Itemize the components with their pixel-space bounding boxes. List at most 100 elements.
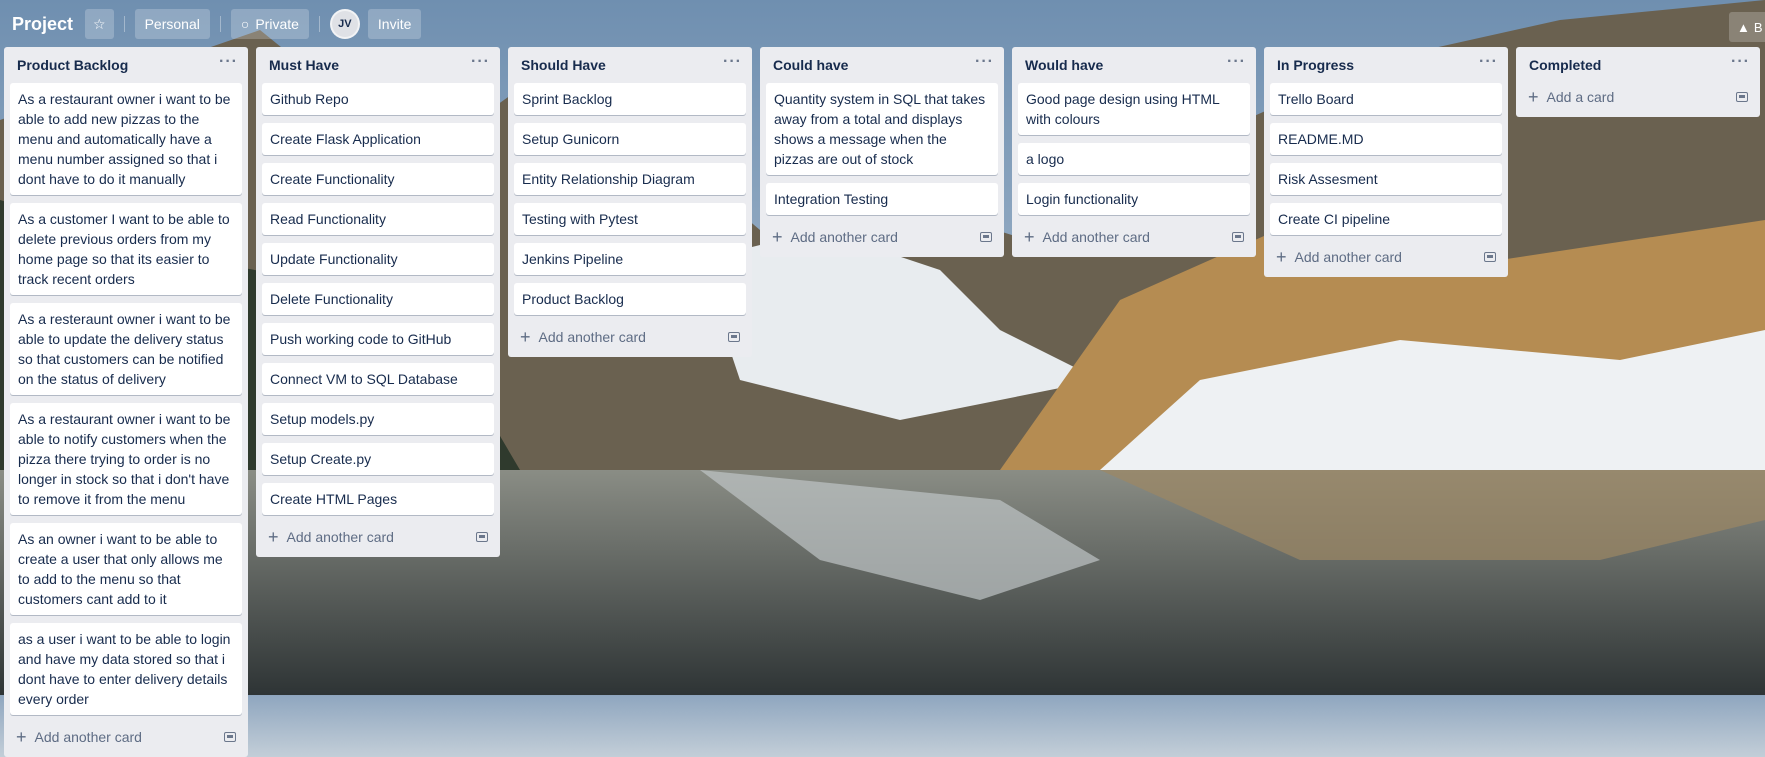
star-icon: ☆ bbox=[93, 15, 106, 32]
card[interactable]: Jenkins Pipeline bbox=[514, 243, 746, 275]
card[interactable]: As a restaurant owner i want to be able … bbox=[10, 403, 242, 515]
board-menu-button[interactable]: ▲ B bbox=[1729, 12, 1765, 42]
card[interactable]: Read Functionality bbox=[262, 203, 494, 235]
list-menu-icon[interactable]: ··· bbox=[1479, 54, 1498, 76]
card[interactable]: Entity Relationship Diagram bbox=[514, 163, 746, 195]
add-card-label: Add a card bbox=[1546, 89, 1615, 105]
card[interactable]: Connect VM to SQL Database bbox=[262, 363, 494, 395]
add-card-button[interactable]: + Add another card bbox=[1024, 228, 1150, 246]
plus-icon: + bbox=[268, 527, 279, 547]
star-button[interactable]: ☆ bbox=[85, 9, 114, 39]
card-template-icon[interactable] bbox=[224, 732, 236, 742]
list-title[interactable]: Must Have bbox=[269, 57, 339, 73]
list: Product Backlog ··· As a restaurant owner … bbox=[4, 47, 248, 757]
header-divider bbox=[219, 16, 221, 32]
invite-label: Invite bbox=[377, 16, 412, 32]
card[interactable]: Testing with Pytest bbox=[514, 203, 746, 235]
card[interactable]: Login functionality bbox=[1018, 183, 1250, 215]
card[interactable]: Push working code to GitHub bbox=[262, 323, 494, 355]
list: In Progress ··· Trello Board README.MD Risk … bbox=[1264, 47, 1508, 277]
list-footer: + Add another card bbox=[10, 723, 242, 751]
add-card-button[interactable]: + Add another card bbox=[772, 228, 898, 246]
card[interactable]: As a customer I want to be able to delet… bbox=[10, 203, 242, 295]
list-header: Should Have ··· bbox=[514, 47, 746, 83]
card[interactable]: Create Flask Application bbox=[262, 123, 494, 155]
list-header: Must Have ··· bbox=[262, 47, 494, 83]
add-card-label: Add another card bbox=[34, 729, 142, 745]
list-header: Could have ··· bbox=[766, 47, 998, 83]
list-menu-icon[interactable]: ··· bbox=[471, 54, 490, 76]
list: Should Have ··· Sprint Backlog Setup Gunico… bbox=[508, 47, 752, 357]
list-title[interactable]: Would have bbox=[1025, 57, 1103, 73]
card[interactable]: Delete Functionality bbox=[262, 283, 494, 315]
list-menu-icon[interactable]: ··· bbox=[723, 54, 742, 76]
card-template-icon[interactable] bbox=[476, 532, 488, 542]
workspace-button[interactable]: Personal bbox=[134, 9, 210, 39]
card[interactable]: Quantity system in SQL that takes away f… bbox=[766, 83, 998, 175]
card[interactable]: README.MD bbox=[1270, 123, 1502, 155]
list-title[interactable]: Completed bbox=[1529, 57, 1601, 73]
list-menu-icon[interactable]: ··· bbox=[219, 54, 238, 76]
list-footer: + Add another card bbox=[766, 223, 998, 251]
header-divider bbox=[123, 16, 125, 32]
add-card-label: Add another card bbox=[790, 229, 898, 245]
card[interactable]: Setup models.py bbox=[262, 403, 494, 435]
card[interactable]: Setup Gunicorn bbox=[514, 123, 746, 155]
add-card-button[interactable]: + Add another card bbox=[268, 528, 394, 546]
card[interactable]: As a resteraunt owner i want to be able … bbox=[10, 303, 242, 395]
add-card-button[interactable]: + Add another card bbox=[1276, 248, 1402, 266]
board-menu-label: B bbox=[1753, 19, 1763, 35]
card-template-icon[interactable] bbox=[728, 332, 740, 342]
list-header: In Progress ··· bbox=[1270, 47, 1502, 83]
board-title[interactable]: Project bbox=[12, 14, 73, 35]
add-card-button[interactable]: + Add another card bbox=[16, 728, 142, 746]
card-template-icon[interactable] bbox=[1232, 232, 1244, 242]
card[interactable]: a logo bbox=[1018, 143, 1250, 175]
list-header: Product Backlog ··· bbox=[10, 47, 242, 83]
list: Must Have ··· Github Repo Create Flask Appl… bbox=[256, 47, 500, 557]
header-divider bbox=[318, 16, 320, 32]
add-card-label: Add another card bbox=[538, 329, 646, 345]
card[interactable]: Trello Board bbox=[1270, 83, 1502, 115]
card-template-icon[interactable] bbox=[1736, 92, 1748, 102]
list-footer: + Add another card bbox=[514, 323, 746, 351]
card[interactable]: Sprint Backlog bbox=[514, 83, 746, 115]
visibility-button[interactable]: ○ Private bbox=[230, 9, 309, 39]
card[interactable]: Good page design using HTML with colours bbox=[1018, 83, 1250, 135]
plus-icon: + bbox=[16, 727, 27, 747]
card[interactable]: As an owner i want to be able to create … bbox=[10, 523, 242, 615]
card[interactable]: Product Backlog bbox=[514, 283, 746, 315]
plus-icon: + bbox=[520, 327, 531, 347]
card[interactable]: Create CI pipeline bbox=[1270, 203, 1502, 235]
member-avatar[interactable]: JV bbox=[329, 9, 360, 39]
list-title[interactable]: Should Have bbox=[521, 57, 606, 73]
list-menu-icon[interactable]: ··· bbox=[1731, 54, 1750, 76]
card[interactable]: Setup Create.py bbox=[262, 443, 494, 475]
card[interactable]: Risk Assesment bbox=[1270, 163, 1502, 195]
list-title[interactable]: Product Backlog bbox=[17, 57, 128, 73]
card[interactable]: Integration Testing bbox=[766, 183, 998, 215]
card[interactable]: Update Functionality bbox=[262, 243, 494, 275]
card[interactable]: Create HTML Pages bbox=[262, 483, 494, 515]
list-footer: + Add a card bbox=[1522, 83, 1754, 111]
list-menu-icon[interactable]: ··· bbox=[1227, 54, 1246, 76]
card[interactable]: Github Repo bbox=[262, 83, 494, 115]
lock-icon: ○ bbox=[240, 16, 250, 32]
visibility-label: Private bbox=[255, 16, 299, 32]
card-template-icon[interactable] bbox=[980, 232, 992, 242]
list-title[interactable]: Could have bbox=[773, 57, 848, 73]
card-template-icon[interactable] bbox=[1484, 252, 1496, 262]
add-card-button[interactable]: + Add a card bbox=[1528, 88, 1614, 106]
card[interactable]: As a restaurant owner i want to be able … bbox=[10, 83, 242, 195]
card[interactable]: Create Functionality bbox=[262, 163, 494, 195]
board-header: Project ☆ Personal ○ Private JV Invite ▲… bbox=[0, 0, 1765, 48]
list-menu-icon[interactable]: ··· bbox=[975, 54, 994, 76]
add-card-label: Add another card bbox=[1294, 249, 1402, 265]
invite-button[interactable]: Invite bbox=[367, 9, 422, 39]
card[interactable]: as a user i want to be able to login and… bbox=[10, 623, 242, 715]
list-title[interactable]: In Progress bbox=[1277, 57, 1354, 73]
add-card-button[interactable]: + Add another card bbox=[520, 328, 646, 346]
list-footer: + Add another card bbox=[262, 523, 494, 551]
butler-icon: ▲ bbox=[1737, 19, 1750, 35]
list-header: Completed ··· bbox=[1522, 47, 1754, 83]
